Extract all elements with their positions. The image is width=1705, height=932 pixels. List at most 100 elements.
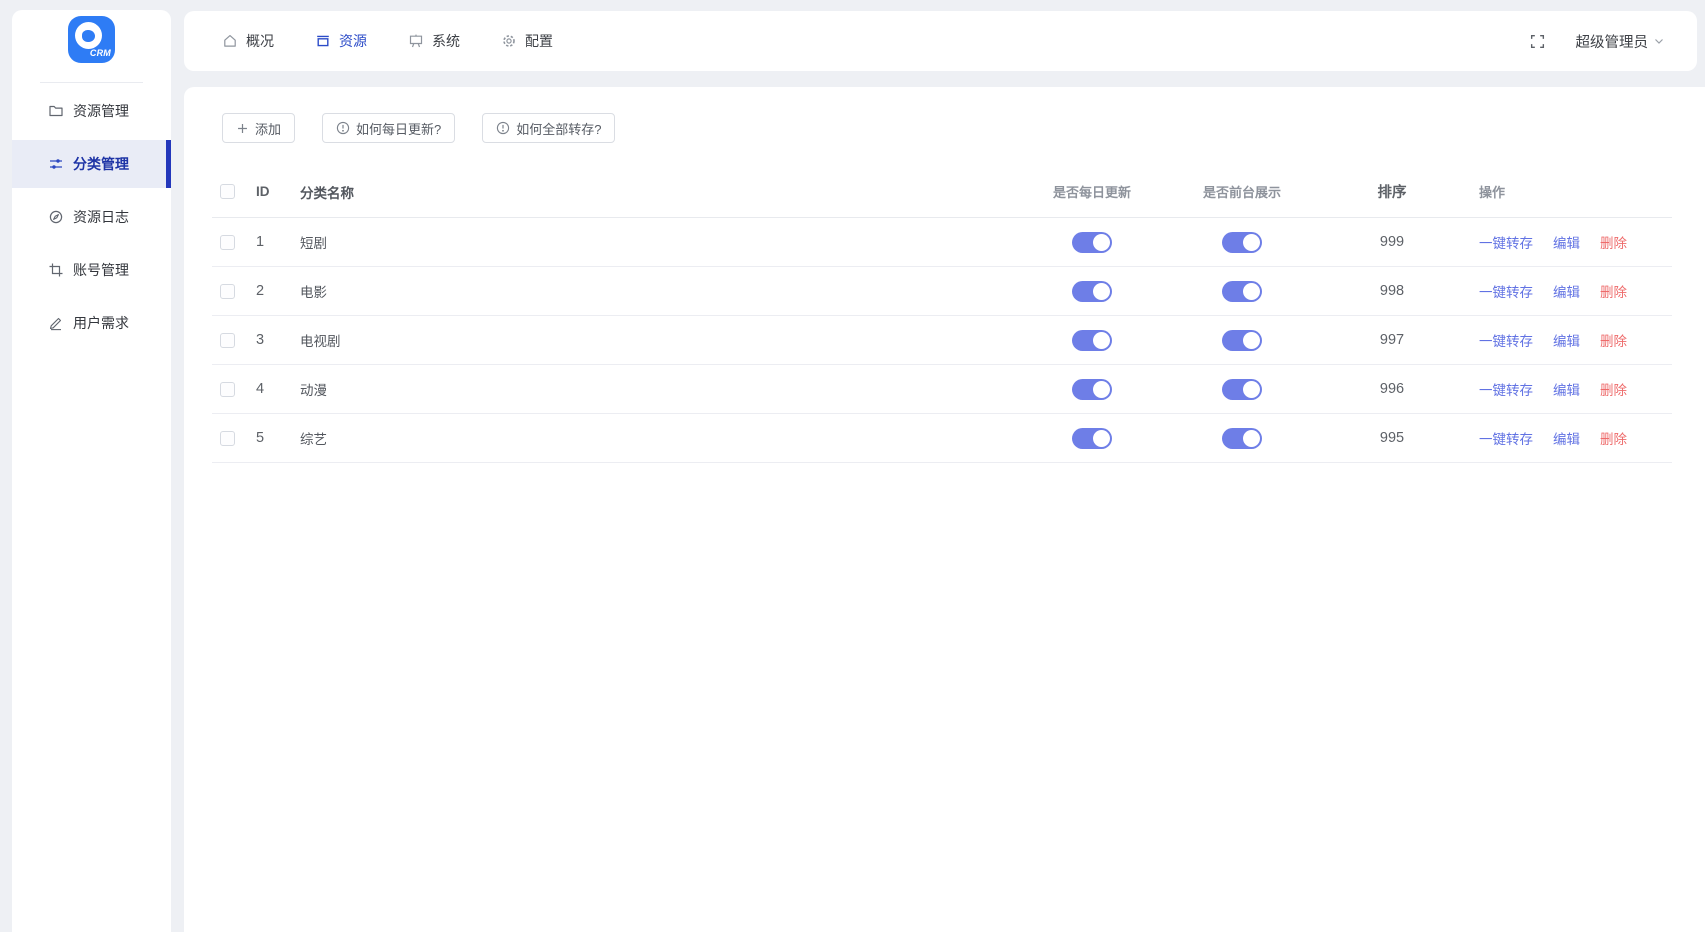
table-row: 5 综艺 995 一键转存 编辑 删除 <box>212 414 1672 463</box>
delete-link[interactable]: 删除 <box>1600 281 1627 301</box>
sidebar-item-label: 用户需求 <box>73 313 129 333</box>
edit-link[interactable]: 编辑 <box>1553 379 1580 399</box>
sidebar-menu: 资源管理 分类管理 资源日志 账号管理 用户需求 <box>12 83 171 347</box>
transfer-link[interactable]: 一键转存 <box>1479 330 1533 350</box>
column-header-actions: 操作 <box>1467 182 1672 201</box>
tab-settings[interactable]: 配置 <box>501 31 553 51</box>
edit-link[interactable]: 编辑 <box>1553 330 1580 350</box>
plus-icon <box>236 122 249 135</box>
edit-link[interactable]: 编辑 <box>1553 232 1580 252</box>
row-id: 2 <box>248 283 292 299</box>
table-body: 1 短剧 999 一键转存 编辑 删除 2 电影 998 一键转存 编辑 删除 … <box>212 218 1672 463</box>
help-daily-update-button[interactable]: 如何每日更新? <box>322 113 455 143</box>
front-display-toggle[interactable] <box>1222 428 1262 449</box>
tab-resources[interactable]: 资源 <box>315 31 367 51</box>
tab-label: 资源 <box>339 31 367 51</box>
transfer-link[interactable]: 一键转存 <box>1479 232 1533 252</box>
help-daily-update-label: 如何每日更新? <box>356 119 441 138</box>
row-checkbox[interactable] <box>220 284 235 299</box>
front-display-toggle[interactable] <box>1222 281 1262 302</box>
delete-link[interactable]: 删除 <box>1600 379 1627 399</box>
chevron-down-icon <box>1653 35 1665 47</box>
daily-update-toggle[interactable] <box>1072 232 1112 253</box>
tab-label: 概况 <box>246 31 274 51</box>
delete-link[interactable]: 删除 <box>1600 428 1627 448</box>
sidebar-item-user-requests[interactable]: 用户需求 <box>12 299 171 347</box>
logo-dot <box>82 30 95 42</box>
row-sort: 999 <box>1317 234 1467 250</box>
fullscreen-icon[interactable] <box>1529 33 1546 50</box>
logo-wrap: CRM <box>12 10 171 68</box>
row-category-name: 电影 <box>292 281 1017 301</box>
add-button-label: 添加 <box>255 119 281 138</box>
sidebar-item-label: 资源日志 <box>73 207 129 227</box>
sidebar-item-resource-management[interactable]: 资源管理 <box>12 87 171 135</box>
logo-brand-text: CRM <box>90 48 111 58</box>
toolbar: 添加 如何每日更新? 如何全部转存? <box>184 87 1705 143</box>
daily-update-toggle[interactable] <box>1072 428 1112 449</box>
pencil-icon <box>48 315 64 331</box>
sidebar-item-label: 分类管理 <box>73 154 129 174</box>
user-dropdown[interactable]: 超级管理员 <box>1576 31 1666 52</box>
help-transfer-all-label: 如何全部转存? <box>516 119 601 138</box>
row-checkbox[interactable] <box>220 431 235 446</box>
select-all-checkbox[interactable] <box>220 184 235 199</box>
topbar-right: 超级管理员 <box>1529 31 1666 52</box>
sidebar-item-category-management[interactable]: 分类管理 <box>12 140 171 188</box>
transfer-link[interactable]: 一键转存 <box>1479 428 1533 448</box>
column-header-sort: 排序 <box>1317 181 1467 202</box>
crop-icon <box>48 262 64 278</box>
row-id: 1 <box>248 234 292 250</box>
board-icon <box>408 33 424 49</box>
row-sort: 996 <box>1317 381 1467 397</box>
tab-label: 配置 <box>525 31 553 51</box>
row-category-name: 动漫 <box>292 379 1017 399</box>
sidebar: CRM 资源管理 分类管理 资源日志 账号管理 <box>12 10 171 932</box>
row-checkbox[interactable] <box>220 333 235 348</box>
daily-update-toggle[interactable] <box>1072 281 1112 302</box>
row-category-name: 综艺 <box>292 428 1017 448</box>
column-header-category-name: 分类名称 <box>292 182 1017 202</box>
user-name: 超级管理员 <box>1576 31 1649 52</box>
sliders-icon <box>48 156 64 172</box>
edit-link[interactable]: 编辑 <box>1553 428 1580 448</box>
table-header-row: ID 分类名称 是否每日更新 是否前台展示 排序 操作 <box>212 166 1672 218</box>
logo-circle <box>75 22 102 49</box>
table-row: 2 电影 998 一键转存 编辑 删除 <box>212 267 1672 316</box>
tab-system[interactable]: 系统 <box>408 31 460 51</box>
table-row: 3 电视剧 997 一键转存 编辑 删除 <box>212 316 1672 365</box>
daily-update-toggle[interactable] <box>1072 379 1112 400</box>
folder-icon <box>48 103 64 119</box>
front-display-toggle[interactable] <box>1222 330 1262 351</box>
category-table: ID 分类名称 是否每日更新 是否前台展示 排序 操作 1 短剧 999 一键转… <box>212 166 1672 463</box>
row-id: 4 <box>248 381 292 397</box>
daily-update-toggle[interactable] <box>1072 330 1112 351</box>
sidebar-item-label: 资源管理 <box>73 101 129 121</box>
delete-link[interactable]: 删除 <box>1600 330 1627 350</box>
main-content: 添加 如何每日更新? 如何全部转存? ID 分类名称 是否每日更新 是否前台展示… <box>184 87 1705 932</box>
sidebar-item-label: 账号管理 <box>73 260 129 280</box>
transfer-link[interactable]: 一键转存 <box>1479 281 1533 301</box>
add-button[interactable]: 添加 <box>222 113 295 143</box>
help-transfer-all-button[interactable]: 如何全部转存? <box>482 113 615 143</box>
column-header-id: ID <box>248 184 292 199</box>
edit-link[interactable]: 编辑 <box>1553 281 1580 301</box>
home-icon <box>222 33 238 49</box>
front-display-toggle[interactable] <box>1222 232 1262 253</box>
column-header-front-display: 是否前台展示 <box>1167 182 1317 201</box>
row-category-name: 电视剧 <box>292 330 1017 350</box>
info-icon <box>496 121 510 135</box>
info-icon <box>336 121 350 135</box>
front-display-toggle[interactable] <box>1222 379 1262 400</box>
tab-overview[interactable]: 概况 <box>222 31 274 51</box>
row-checkbox[interactable] <box>220 382 235 397</box>
row-sort: 995 <box>1317 430 1467 446</box>
transfer-link[interactable]: 一键转存 <box>1479 379 1533 399</box>
column-header-daily-update: 是否每日更新 <box>1017 182 1167 201</box>
sidebar-item-resource-log[interactable]: 资源日志 <box>12 193 171 241</box>
delete-link[interactable]: 删除 <box>1600 232 1627 252</box>
row-checkbox[interactable] <box>220 235 235 250</box>
table-row: 1 短剧 999 一键转存 编辑 删除 <box>212 218 1672 267</box>
row-sort: 997 <box>1317 332 1467 348</box>
sidebar-item-account-management[interactable]: 账号管理 <box>12 246 171 294</box>
